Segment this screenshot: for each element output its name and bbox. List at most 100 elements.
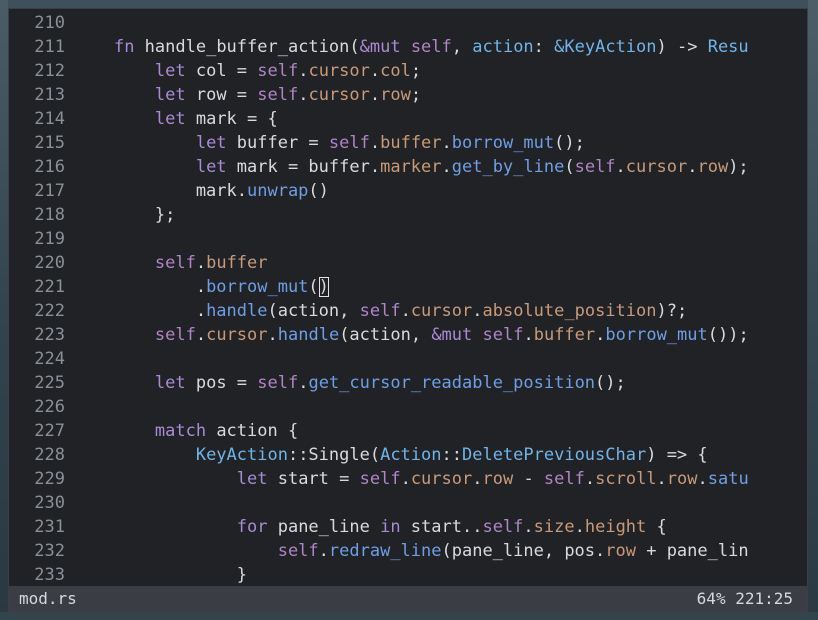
code-text[interactable] (65, 11, 73, 35)
code-token: . (615, 157, 626, 177)
code-text[interactable]: .handle(action, self.cursor.absolute_pos… (65, 299, 687, 323)
code-line[interactable]: 223 self.cursor.handle(action, &mut self… (9, 323, 807, 347)
code-token: borrow_mut (605, 325, 708, 345)
code-line[interactable]: 220 self.buffer (9, 251, 807, 275)
code-token: . (472, 469, 483, 489)
code-line[interactable]: 218 }; (9, 203, 807, 227)
code-token: } (73, 565, 247, 585)
code-token: buffer (533, 325, 596, 345)
code-line[interactable]: 228 KeyAction::Single(Action::DeletePrev… (9, 443, 807, 467)
code-token: . (73, 277, 207, 297)
code-text[interactable]: fn handle_buffer_action(&mut self, actio… (65, 35, 749, 59)
code-token: absolute_position (482, 301, 657, 321)
code-token: let (195, 157, 227, 177)
line-number: 214 (34, 109, 65, 129)
code-token: . (267, 325, 278, 345)
code-line[interactable]: 213 let row = self.cursor.row; (9, 83, 807, 107)
status-filename: mod.rs (19, 589, 77, 608)
code-token: self (482, 325, 524, 345)
code-token: marker (380, 157, 442, 177)
code-token: self (543, 469, 585, 489)
line-number: 216 (34, 157, 65, 177)
editor-window[interactable]: 210 211 fn handle_buffer_action(&mut self… (8, 8, 808, 612)
code-token: :: (441, 445, 462, 465)
code-token: row (605, 541, 636, 561)
code-text[interactable] (65, 395, 73, 419)
desktop-background-top (0, 0, 818, 8)
code-line[interactable]: 221 .borrow_mut() (9, 275, 807, 299)
code-token: col = (185, 61, 258, 81)
code-line[interactable]: 216 let mark = buffer.marker.get_by_line… (9, 155, 807, 179)
code-text[interactable]: self.redraw_line(pane_line, pos.row + pa… (65, 539, 749, 563)
code-line[interactable]: 226 (9, 395, 807, 419)
code-token: }; (73, 205, 176, 225)
desktop-background-left (0, 0, 8, 620)
code-text[interactable]: } (65, 563, 247, 587)
code-line[interactable]: 214 let mark = { (9, 107, 807, 131)
code-token: col (380, 61, 411, 81)
code-token: . (687, 157, 698, 177)
code-token: buffer (206, 253, 268, 273)
code-token: Resu (707, 37, 749, 57)
code-text[interactable]: match action { (65, 419, 298, 443)
line-number: 226 (34, 397, 65, 417)
code-text[interactable]: mark.unwrap() (65, 179, 329, 203)
code-token: cursor (206, 325, 268, 345)
code-text[interactable] (65, 491, 73, 515)
code-line[interactable]: 217 mark.unwrap() (9, 179, 807, 203)
code-line[interactable]: 222 .handle(action, self.cursor.absolute… (9, 299, 807, 323)
code-text[interactable] (65, 347, 73, 371)
code-line[interactable]: 229 let start = self.cursor.row - self.s… (9, 467, 807, 491)
code-text[interactable]: let row = self.cursor.row; (65, 83, 421, 107)
code-text[interactable]: let col = self.cursor.col; (65, 59, 421, 83)
code-editor[interactable]: 210 211 fn handle_buffer_action(&mut self… (9, 11, 807, 587)
code-token: . (441, 157, 452, 177)
code-line[interactable]: 225 let pos = self.get_cursor_readable_p… (9, 371, 807, 395)
code-text[interactable]: KeyAction::Single(Action::DeletePrevious… (65, 443, 708, 467)
code-line[interactable]: 230 (9, 491, 807, 515)
code-token: match (154, 421, 207, 441)
code-text[interactable]: .borrow_mut() (65, 275, 329, 299)
code-text[interactable]: let buffer = self.buffer.borrow_mut(); (65, 131, 585, 155)
code-text[interactable]: let start = self.cursor.row - self.scrol… (65, 467, 749, 491)
code-token: self (482, 517, 524, 537)
code-token: self (328, 133, 370, 153)
code-line[interactable]: 212 let col = self.cursor.col; (9, 59, 807, 83)
code-line[interactable]: 219 (9, 227, 807, 251)
code-text[interactable]: let mark = buffer.marker.get_by_line(sel… (65, 155, 749, 179)
code-line[interactable]: 227 match action { (9, 419, 807, 443)
code-text[interactable]: self.buffer (65, 251, 268, 275)
code-token: for (236, 517, 268, 537)
code-text[interactable]: for pane_line in start..self.size.height… (65, 515, 667, 539)
code-line[interactable]: 232 self.redraw_line(pane_line, pos.row … (9, 539, 807, 563)
code-token: (); (554, 133, 585, 153)
code-text[interactable] (65, 227, 73, 251)
code-token: - (513, 469, 544, 489)
code-token: . (298, 85, 309, 105)
code-token: self (277, 541, 319, 561)
code-token: mark. (73, 181, 247, 201)
code-line[interactable]: 231 for pane_line in start..self.size.he… (9, 515, 807, 539)
code-line[interactable]: 210 (9, 11, 807, 35)
code-line[interactable]: 211 fn handle_buffer_action(&mut self, a… (9, 35, 807, 59)
line-number: 213 (34, 85, 65, 105)
code-line[interactable]: 215 let buffer = self.buffer.borrow_mut(… (9, 131, 807, 155)
line-number: 215 (34, 133, 65, 153)
code-token: row = (185, 85, 258, 105)
desktop-background-bottom (0, 612, 818, 620)
code-line[interactable]: 233 } (9, 563, 807, 587)
code-token: mark = { (185, 109, 278, 129)
code-token: action (472, 37, 534, 57)
code-token: &mut (431, 325, 473, 345)
code-text[interactable]: let mark = { (65, 107, 278, 131)
code-text[interactable]: let pos = self.get_cursor_readable_posit… (65, 371, 626, 395)
code-token: pane_line (267, 517, 381, 537)
code-text[interactable]: }; (65, 203, 175, 227)
line-number: 230 (34, 493, 65, 513)
code-token: cursor (410, 469, 473, 489)
code-line[interactable]: 224 (9, 347, 807, 371)
code-text[interactable]: self.cursor.handle(action, &mut self.buf… (65, 323, 749, 347)
